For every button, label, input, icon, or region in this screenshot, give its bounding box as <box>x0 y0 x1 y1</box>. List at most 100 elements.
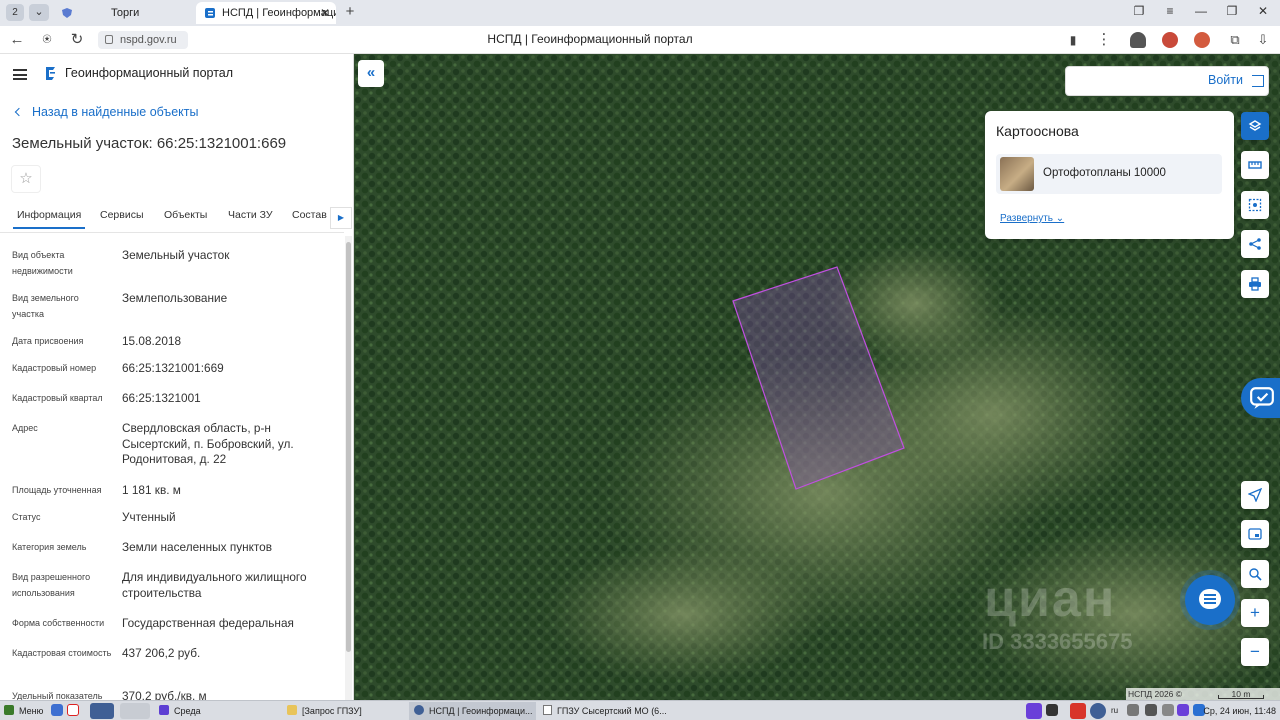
taskbar-item-active[interactable]: НСПД | Геоинформаци... <box>409 702 536 720</box>
keyboard-layout[interactable]: ru <box>1111 703 1118 719</box>
menu-icon[interactable]: ≡ <box>1162 4 1178 18</box>
tab-list-dropdown[interactable]: ⌄ <box>29 4 49 21</box>
taskbar-item[interactable]: [Запрос ГПЗУ] <box>282 702 407 720</box>
url-text: nspd.gov.ru <box>120 34 177 46</box>
new-tab-button[interactable]: + <box>342 4 358 20</box>
share-button[interactable] <box>1241 230 1269 258</box>
close-tab-icon[interactable]: ✕ <box>320 2 330 24</box>
minimap-button[interactable] <box>1241 520 1269 548</box>
support-chat-icon <box>1250 387 1274 409</box>
clipboard-icon[interactable] <box>1162 704 1174 716</box>
desktop-icon[interactable] <box>51 704 63 716</box>
taskbar-item[interactable]: Среда <box>154 702 280 720</box>
tray-app-icon[interactable] <box>1046 704 1058 716</box>
info-value: Для индивидуального жилищного строительс… <box>122 570 307 600</box>
measure-button[interactable] <box>1241 151 1269 179</box>
print-button[interactable] <box>1241 270 1269 298</box>
tray-app-icon[interactable] <box>1070 703 1086 719</box>
extension-icon[interactable] <box>1194 32 1210 48</box>
watermark-logo: циан <box>984 570 1117 628</box>
network-icon[interactable] <box>1127 704 1139 716</box>
back-to-results-link[interactable]: Назад в найденные объекты <box>14 105 198 119</box>
tab-composition[interactable]: Состав <box>292 209 327 221</box>
scrollbar-thumb[interactable] <box>346 242 351 652</box>
tabs-scroll-right-icon[interactable]: ▶ <box>330 207 352 229</box>
layers-button[interactable] <box>1241 112 1269 140</box>
url-field[interactable]: nspd.gov.ru <box>98 31 188 49</box>
map-attribution: НСПД 2026 © 10 m <box>1126 688 1280 700</box>
shield-icon <box>62 8 72 18</box>
back-link-label: Назад в найденные объекты <box>32 105 199 119</box>
volume-icon[interactable] <box>1145 704 1157 716</box>
tab-information[interactable]: Информация <box>13 209 86 229</box>
chat-button[interactable] <box>1185 575 1235 625</box>
login-label: Войти <box>1208 73 1243 87</box>
maximize-icon[interactable]: ❐ <box>1224 4 1240 18</box>
extensions-icon[interactable]: ⧉ <box>1226 31 1244 49</box>
search-on-map-button[interactable] <box>1241 560 1269 588</box>
tab-objects[interactable]: Объекты <box>164 209 207 221</box>
close-window-icon[interactable]: ✕ <box>1255 4 1271 18</box>
panel-scrollbar[interactable] <box>345 236 352 700</box>
support-button[interactable] <box>1241 378 1280 418</box>
clock[interactable]: Ср, 24 июн, 11:48 <box>1203 703 1276 719</box>
nspd-logo-icon <box>46 67 55 80</box>
download-icon[interactable]: ⇩ <box>1254 31 1272 49</box>
tab-services[interactable]: Сервисы <box>100 209 144 221</box>
lock-icon <box>105 35 113 44</box>
info-key: Адрес <box>12 423 38 433</box>
extension-icon[interactable] <box>1162 32 1178 48</box>
back-icon[interactable]: ← <box>8 31 26 49</box>
info-key: Дата присвоения <box>12 336 84 346</box>
app-icon[interactable] <box>120 703 150 719</box>
browser-tab-torgi[interactable]: Торги <box>55 2 195 24</box>
info-key: Вид земельного участка <box>12 293 79 319</box>
tab-label: Торги <box>111 7 140 19</box>
tray-app-icon[interactable] <box>1177 704 1189 716</box>
hamburger-menu-icon[interactable] <box>13 69 27 80</box>
bookmark-icon[interactable]: ▮ <box>1064 31 1082 49</box>
info-value: Землепользование <box>122 291 228 305</box>
select-area-button[interactable] <box>1241 191 1269 219</box>
tab-zu-parts[interactable]: Части ЗУ <box>228 209 273 221</box>
map-view[interactable]: циан ID 3333655675 « Войти Картооснова О… <box>354 54 1280 700</box>
ruler-icon <box>1248 161 1262 169</box>
plus-icon: + <box>1250 603 1260 622</box>
page-title: НСПД | Геоинформационный портал <box>487 32 693 46</box>
address-bar: ← ⍟ ↻ nspd.gov.ru НСПД | Геоинформационн… <box>0 26 1280 54</box>
taskbar-item[interactable]: ГПЗУ Сысертский МО (6... <box>538 702 666 720</box>
tray-browser-icon[interactable] <box>1090 703 1106 719</box>
area-select-icon <box>1248 198 1262 212</box>
start-menu-button[interactable]: Меню <box>4 703 43 719</box>
reload-icon[interactable]: ↻ <box>68 31 86 49</box>
taskbar-item-label: [Запрос ГПЗУ] <box>302 706 362 716</box>
tray-app-icon[interactable] <box>1026 703 1042 719</box>
favorite-star-icon[interactable]: ☆ <box>11 165 41 193</box>
zoom-out-button[interactable]: − <box>1241 638 1269 666</box>
minimize-icon[interactable]: — <box>1193 4 1209 18</box>
expand-link[interactable]: Развернуть ⌄ <box>1000 213 1064 224</box>
info-value: 437 206,2 руб. <box>122 646 201 660</box>
login-button[interactable]: Войти <box>1065 66 1269 96</box>
menu-icon <box>4 705 14 715</box>
geolocation-button[interactable] <box>1241 481 1269 509</box>
tab-count-badge[interactable]: 2 <box>6 4 24 21</box>
chevron-left-icon <box>14 107 24 117</box>
browser-tab-nspd[interactable]: НСПД | Геоинформационн ✕ <box>196 2 336 24</box>
info-tabs: Информация Сервисы Объекты Части ЗУ Сост… <box>0 206 353 232</box>
info-key: Кадастровый номер <box>12 363 97 373</box>
extension-icon[interactable] <box>1130 32 1146 48</box>
layer-name: Ортофотопланы 10000 <box>1043 167 1166 179</box>
more-icon[interactable]: ⋮ <box>1095 31 1113 49</box>
yandex-browser-icon[interactable] <box>90 703 114 719</box>
collapse-panel-button[interactable]: « <box>358 60 384 87</box>
basemap-layer-item[interactable]: Ортофотопланы 10000 <box>996 154 1222 194</box>
info-value: Свердловская область, р-н Сысертский, п.… <box>122 421 294 466</box>
bookmarks-icon[interactable]: ❐ <box>1131 4 1147 18</box>
layer-thumbnail <box>1000 157 1034 191</box>
info-value: Учтенный <box>122 510 176 524</box>
yandex-protect-icon[interactable]: ⍟ <box>38 31 56 49</box>
yandex-icon[interactable] <box>67 704 79 716</box>
zoom-in-button[interactable]: + <box>1241 599 1269 627</box>
info-key: Вид разрешенного использования <box>12 572 91 598</box>
